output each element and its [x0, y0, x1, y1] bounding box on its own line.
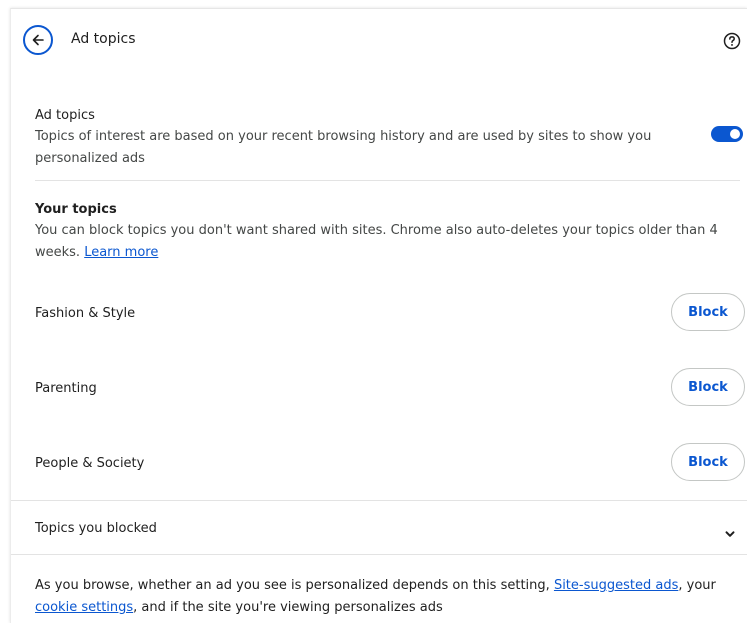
cookie-settings-link[interactable]: cookie settings — [35, 600, 133, 615]
block-fashion-style-button[interactable]: Block — [671, 293, 745, 331]
your-topics-heading: Your topics — [35, 202, 117, 217]
topic-label: Parenting — [35, 380, 97, 396]
page-title: Ad topics — [71, 31, 136, 47]
topic-label: People & Society — [35, 455, 145, 471]
ad-topics-label: Ad topics — [35, 108, 95, 123]
divider — [35, 180, 740, 181]
page-header: Ad topics — [11, 9, 747, 71]
divider — [11, 554, 747, 555]
topic-row-parenting: Parenting Block — [35, 368, 745, 408]
your-topics-description: You can block topics you don't want shar… — [35, 223, 718, 260]
settings-card: Ad topics Ad topics Topics of interest a… — [10, 8, 747, 623]
arrow-back-icon — [32, 34, 44, 46]
block-parenting-button[interactable]: Block — [671, 368, 745, 406]
ad-topics-description: Topics of interest are based on your rec… — [35, 129, 652, 166]
help-circle-icon — [723, 32, 741, 50]
chevron-down-icon[interactable] — [723, 527, 737, 541]
topic-row-fashion-style: Fashion & Style Block — [35, 293, 745, 333]
your-topics-section: Your topics You can block topics you don… — [35, 200, 740, 264]
toggle-knob — [730, 129, 740, 139]
learn-more-link[interactable]: Learn more — [84, 245, 158, 260]
back-button[interactable] — [23, 25, 53, 55]
block-people-society-button[interactable]: Block — [671, 443, 745, 481]
help-button[interactable] — [722, 31, 742, 51]
divider — [11, 500, 747, 501]
ad-topics-toggle[interactable] — [711, 126, 743, 142]
topics-blocked-expander[interactable]: Topics you blocked — [35, 508, 745, 548]
footer-note: As you browse, whether an ad you see is … — [35, 578, 716, 615]
topic-row-people-society: People & Society Block — [35, 443, 745, 483]
ad-topics-setting: Ad topics Topics of interest are based o… — [35, 106, 740, 170]
site-suggested-ads-link[interactable]: Site-suggested ads — [554, 578, 678, 593]
topics-blocked-label: Topics you blocked — [35, 520, 157, 536]
topic-label: Fashion & Style — [35, 305, 136, 321]
